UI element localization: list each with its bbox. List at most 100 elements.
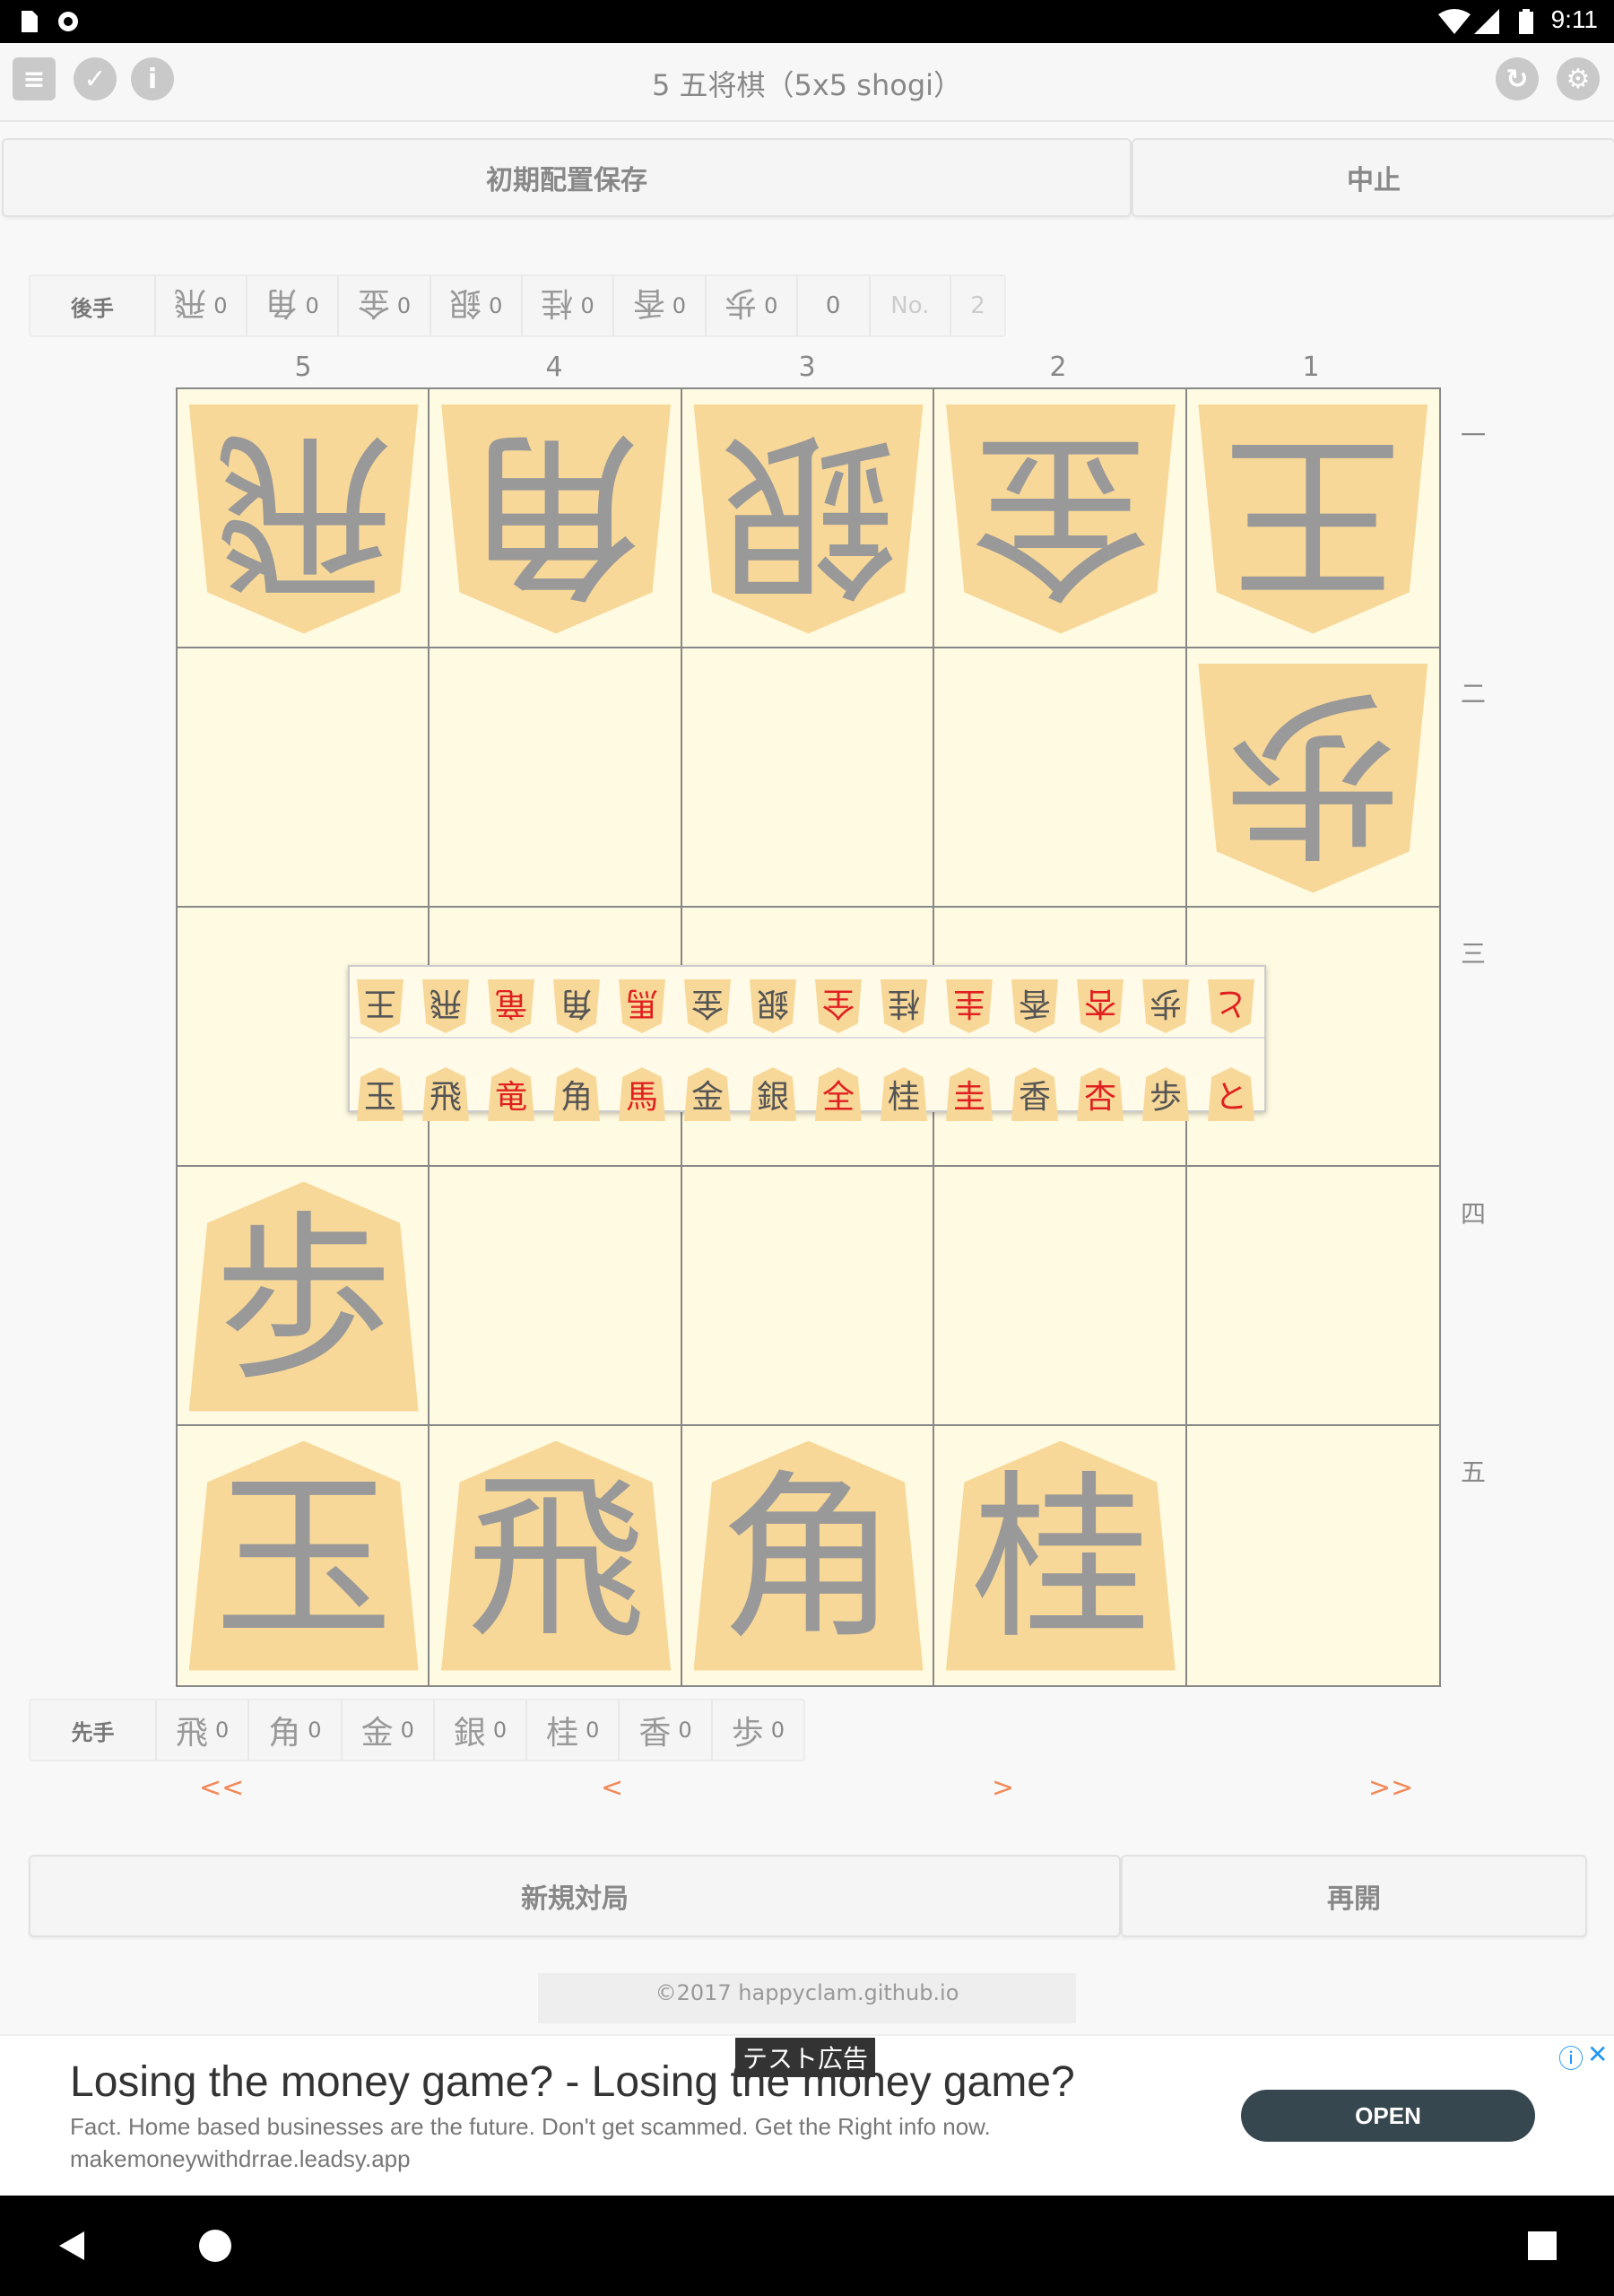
sente-piece[interactable]: 桂: [945, 1440, 1176, 1671]
sente-hand-bishop[interactable]: 角0: [249, 1700, 343, 1760]
gote-hand-bishop[interactable]: 角0: [247, 276, 340, 335]
sente-piece[interactable]: 飛: [441, 1440, 672, 1671]
ad-headline[interactable]: Losing the money game? - Losing the mone…: [70, 2057, 1075, 2107]
column-number: 4: [545, 352, 563, 383]
gote-palette-piece[interactable]: 竜: [488, 979, 534, 1033]
next-move-button[interactable]: >: [992, 1772, 1014, 1804]
gote-hand-lance[interactable]: 香0: [614, 276, 707, 335]
piece-kanji: 歩: [731, 1715, 764, 1752]
palette-kanji: 杏: [1083, 1079, 1116, 1116]
gote-palette-piece[interactable]: 金: [684, 979, 731, 1033]
sente-hand-rook[interactable]: 飛0: [157, 1700, 250, 1760]
refresh-icon[interactable]: ↻: [1496, 57, 1539, 100]
piece-kanji: 金: [970, 407, 1150, 617]
gote-palette-piece[interactable]: 杏: [1077, 979, 1124, 1033]
gote-piece[interactable]: 角: [441, 404, 672, 634]
sente-palette-piece[interactable]: 玉: [357, 1067, 404, 1121]
first-move-button[interactable]: <<: [199, 1772, 244, 1804]
gote-palette-piece[interactable]: 香: [1011, 979, 1058, 1033]
board-cell[interactable]: [681, 1167, 935, 1426]
gear-icon[interactable]: ⚙: [1557, 57, 1600, 100]
move-number-label: No.: [871, 276, 952, 335]
sente-palette-piece[interactable]: 全: [815, 1067, 862, 1121]
ad-open-button[interactable]: OPEN: [1241, 2090, 1535, 2142]
sente-hand-lance[interactable]: 香0: [620, 1700, 713, 1760]
gote-palette-piece[interactable]: 王: [357, 979, 404, 1033]
gote-palette-piece[interactable]: と: [1208, 979, 1254, 1033]
sente-palette-piece[interactable]: 桂: [881, 1067, 927, 1121]
sd-card-icon: [22, 11, 38, 32]
column-number: 3: [798, 352, 816, 383]
sente-palette-piece[interactable]: 竜: [488, 1067, 534, 1121]
gote-hand-silver[interactable]: 銀0: [431, 276, 523, 335]
gote-hand-knight[interactable]: 桂0: [523, 276, 615, 335]
piece-kanji: 香: [638, 1715, 672, 1752]
prev-move-button[interactable]: <: [601, 1772, 623, 1804]
gote-piece[interactable]: 王: [1198, 404, 1428, 634]
gote-palette-piece[interactable]: 歩: [1142, 979, 1189, 1033]
sente-piece[interactable]: 玉: [188, 1440, 419, 1671]
row-number: 一: [1460, 421, 1486, 450]
sente-palette-piece[interactable]: 飛: [422, 1067, 469, 1121]
app-bar: ≡ ✓ i 5 五将棋（5x5 shogi） ↻ ⚙: [0, 43, 1614, 122]
board-cell[interactable]: [1187, 1426, 1439, 1685]
ad-body: Fact. Home based businesses are the futu…: [70, 2113, 991, 2140]
signal-icon: [1474, 9, 1499, 34]
piece-count: 0: [678, 1718, 692, 1743]
board-cell[interactable]: [934, 1167, 1187, 1426]
sente-palette-piece[interactable]: 金: [684, 1067, 731, 1121]
piece-kanji: 玉: [213, 1454, 394, 1664]
gote-palette-piece[interactable]: 馬: [619, 979, 665, 1033]
back-icon[interactable]: [54, 2228, 90, 2264]
sente-palette-piece[interactable]: 歩: [1142, 1067, 1189, 1121]
sente-palette-piece[interactable]: 圭: [946, 1067, 993, 1121]
gote-piece[interactable]: 銀: [693, 404, 924, 634]
resume-button[interactable]: 再開: [1121, 1855, 1587, 1937]
sente-piece[interactable]: 角: [693, 1440, 924, 1671]
sente-hand-gold[interactable]: 金0: [343, 1700, 435, 1760]
sente-piece[interactable]: 歩: [188, 1181, 419, 1412]
palette-kanji: 全: [821, 985, 855, 1022]
gote-hand-rook[interactable]: 飛0: [156, 276, 247, 335]
sente-palette-piece[interactable]: と: [1208, 1067, 1254, 1121]
gote-piece[interactable]: 歩: [1198, 663, 1428, 893]
board-cell[interactable]: [430, 1167, 682, 1426]
new-game-button[interactable]: 新規対局: [29, 1855, 1121, 1937]
gote-hand-pawn[interactable]: 歩0: [707, 276, 798, 335]
gote-hand-gold[interactable]: 金0: [339, 276, 431, 335]
system-nav-bar: [0, 2196, 1614, 2296]
sente-palette-piece[interactable]: 香: [1011, 1067, 1058, 1121]
gote-piece[interactable]: 飛: [188, 404, 419, 634]
board-cell[interactable]: [934, 648, 1187, 908]
clock: 9:11: [1550, 5, 1598, 33]
board-cell[interactable]: [178, 648, 430, 908]
gote-palette-piece[interactable]: 全: [815, 979, 862, 1033]
board-cell[interactable]: [430, 648, 682, 908]
copyright: ©2017 happyclam.github.io: [538, 1973, 1076, 2023]
sente-palette-piece[interactable]: 杏: [1077, 1067, 1124, 1121]
app-title: 5 五将棋（5x5 shogi）: [651, 68, 963, 102]
board-cell[interactable]: [1186, 1167, 1439, 1426]
cancel-button[interactable]: 中止: [1132, 138, 1614, 217]
sente-hand-silver[interactable]: 銀0: [435, 1700, 528, 1760]
gote-palette-piece[interactable]: 飛: [422, 979, 469, 1033]
last-move-button[interactable]: >>: [1368, 1772, 1413, 1804]
save-initial-button[interactable]: 初期配置保存: [2, 138, 1132, 217]
home-icon[interactable]: [197, 2228, 233, 2264]
ad-info-icon[interactable]: ⓘ: [1558, 2039, 1584, 2075]
recents-icon[interactable]: [1526, 2230, 1558, 2262]
gote-palette-piece[interactable]: 桂: [881, 979, 927, 1033]
ad-close-icon[interactable]: ✕: [1587, 2039, 1608, 2069]
gote-palette-piece[interactable]: 圭: [946, 979, 993, 1033]
sente-hand-knight[interactable]: 桂0: [527, 1700, 620, 1760]
sente-palette-piece[interactable]: 馬: [619, 1067, 665, 1121]
sente-palette-piece[interactable]: 銀: [750, 1067, 796, 1121]
gote-palette-piece[interactable]: 角: [553, 979, 600, 1033]
gote-palette-piece[interactable]: 銀: [750, 979, 796, 1033]
gote-piece[interactable]: 金: [945, 404, 1176, 634]
board-cell[interactable]: [681, 648, 935, 908]
sente-hand-pawn[interactable]: 歩0: [713, 1700, 803, 1760]
ad-banner[interactable]: Losing the money game? - Losing the mone…: [0, 2034, 1614, 2197]
piece-kanji: 角: [718, 1454, 898, 1664]
sente-palette-piece[interactable]: 角: [553, 1067, 600, 1121]
